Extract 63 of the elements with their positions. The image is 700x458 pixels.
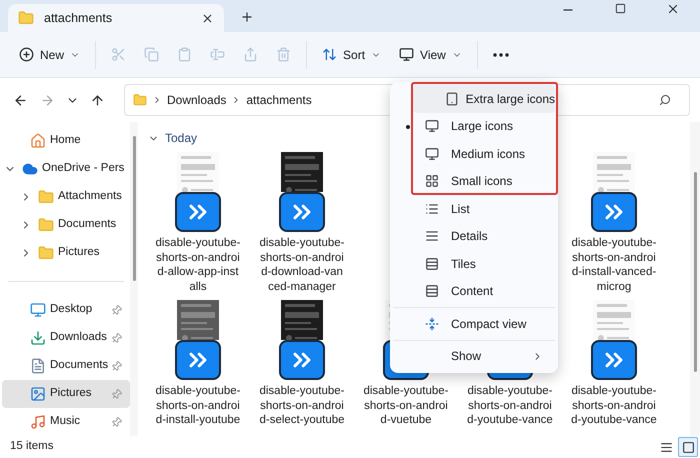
menu-item[interactable]: Content: [393, 278, 555, 305]
sidebar-label: Attachments: [58, 189, 122, 204]
file-name: disable-youtube-shorts-on-android-allow-app-installs: [155, 236, 241, 294]
file-name: disable-youtube-shorts-on-android-youtube-vance: [571, 384, 657, 428]
sidebar-item[interactable]: Attachments: [2, 183, 130, 211]
sidebar-label: Desktop: [50, 302, 92, 318]
file-name: disable-youtube-shorts-on-android-install-vanced-microg: [571, 236, 657, 294]
breadcrumb[interactable]: attachments: [246, 91, 312, 109]
file-name: disable-youtube-shorts-on-android-install-youtube: [155, 384, 241, 428]
menu-item[interactable]: Small icons: [393, 168, 555, 195]
menu-item[interactable]: Medium icons: [393, 140, 555, 168]
file-item[interactable]: disable-youtube-shorts-on-android-install-youtube: [148, 300, 248, 428]
sidebar-label: Downloads: [50, 330, 107, 346]
sidebar-item[interactable]: Music: [2, 408, 130, 436]
file-name: disable-youtube-shorts-on-android-youtube-vance: [467, 384, 553, 428]
file-name: disable-youtube-shorts-on-android-download-vanced-manager: [259, 236, 345, 294]
sidebar-label: Pictures: [58, 245, 100, 260]
sidebar-label: Documents: [50, 358, 108, 374]
file-item[interactable]: disable-youtube-shorts-on-android-youtube-vance: [564, 300, 664, 428]
menu-item[interactable]: Large icons: [393, 112, 555, 140]
sidebar-item[interactable]: Desktop: [2, 296, 130, 324]
sidebar-item[interactable]: Documents: [2, 352, 130, 380]
breadcrumb[interactable]: Downloads: [167, 91, 226, 109]
file-item[interactable]: disable-youtube-shorts-on-android-allow-app-installs: [148, 152, 248, 294]
menu-label: Show: [451, 348, 482, 366]
new-button[interactable]: New: [10, 38, 90, 70]
menu-label: Large icons: [451, 118, 514, 136]
menu-item[interactable]: Details: [393, 222, 555, 250]
menu-item[interactable]: Show: [393, 342, 555, 370]
menu-item[interactable]: List: [393, 195, 555, 222]
sidebar-label: Documents: [58, 217, 116, 232]
file-item[interactable]: disable-youtube-shorts-on-android-download-vanced-manager: [252, 152, 352, 294]
menu-item[interactable]: Tiles: [393, 250, 555, 278]
menu-label: Content: [451, 283, 494, 300]
sidebar-label: Music: [50, 414, 80, 430]
menu-item[interactable]: Compact view: [393, 310, 555, 338]
menu-label: Small icons: [451, 173, 512, 190]
menu-label: Compact view: [451, 316, 526, 333]
file-name: disable-youtube-shorts-on-android-vuetube: [363, 384, 449, 428]
tab[interactable]: attachments: [8, 4, 224, 32]
menu-label: Extra large icons: [466, 90, 555, 108]
item-count: 15 items: [10, 439, 54, 454]
sidebar-item[interactable]: OneDrive - Pers: [2, 155, 130, 183]
sidebar-item[interactable]: Documents: [2, 211, 130, 239]
menu-label: Medium icons: [451, 146, 526, 163]
sidebar-item[interactable]: Home: [2, 127, 130, 155]
sidebar-label: Home: [50, 133, 81, 148]
sidebar-label: Pictures: [50, 386, 92, 402]
sort-button[interactable]: Sort: [313, 38, 390, 70]
file-item[interactable]: disable-youtube-shorts-on-android-install-vanced-microg: [564, 152, 664, 294]
sidebar-item[interactable]: Downloads: [2, 324, 130, 352]
file-item[interactable]: disable-youtube-shorts-on-android-select-youtube: [252, 300, 352, 428]
menu-item[interactable]: Extra large icons: [413, 85, 555, 112]
menu-label: List: [451, 200, 470, 218]
file-name: disable-youtube-shorts-on-android-select-youtube: [259, 384, 345, 428]
menu-label: Tiles: [451, 256, 476, 273]
sidebar-item[interactable]: Pictures: [2, 380, 130, 408]
group-header[interactable]: Today: [148, 128, 202, 148]
sidebar-item[interactable]: Pictures: [2, 239, 130, 267]
sidebar-label: OneDrive - Pers: [42, 161, 124, 176]
tab-title: attachments: [44, 10, 112, 27]
view-button[interactable]: View: [390, 38, 471, 70]
menu-label: Details: [451, 228, 488, 246]
